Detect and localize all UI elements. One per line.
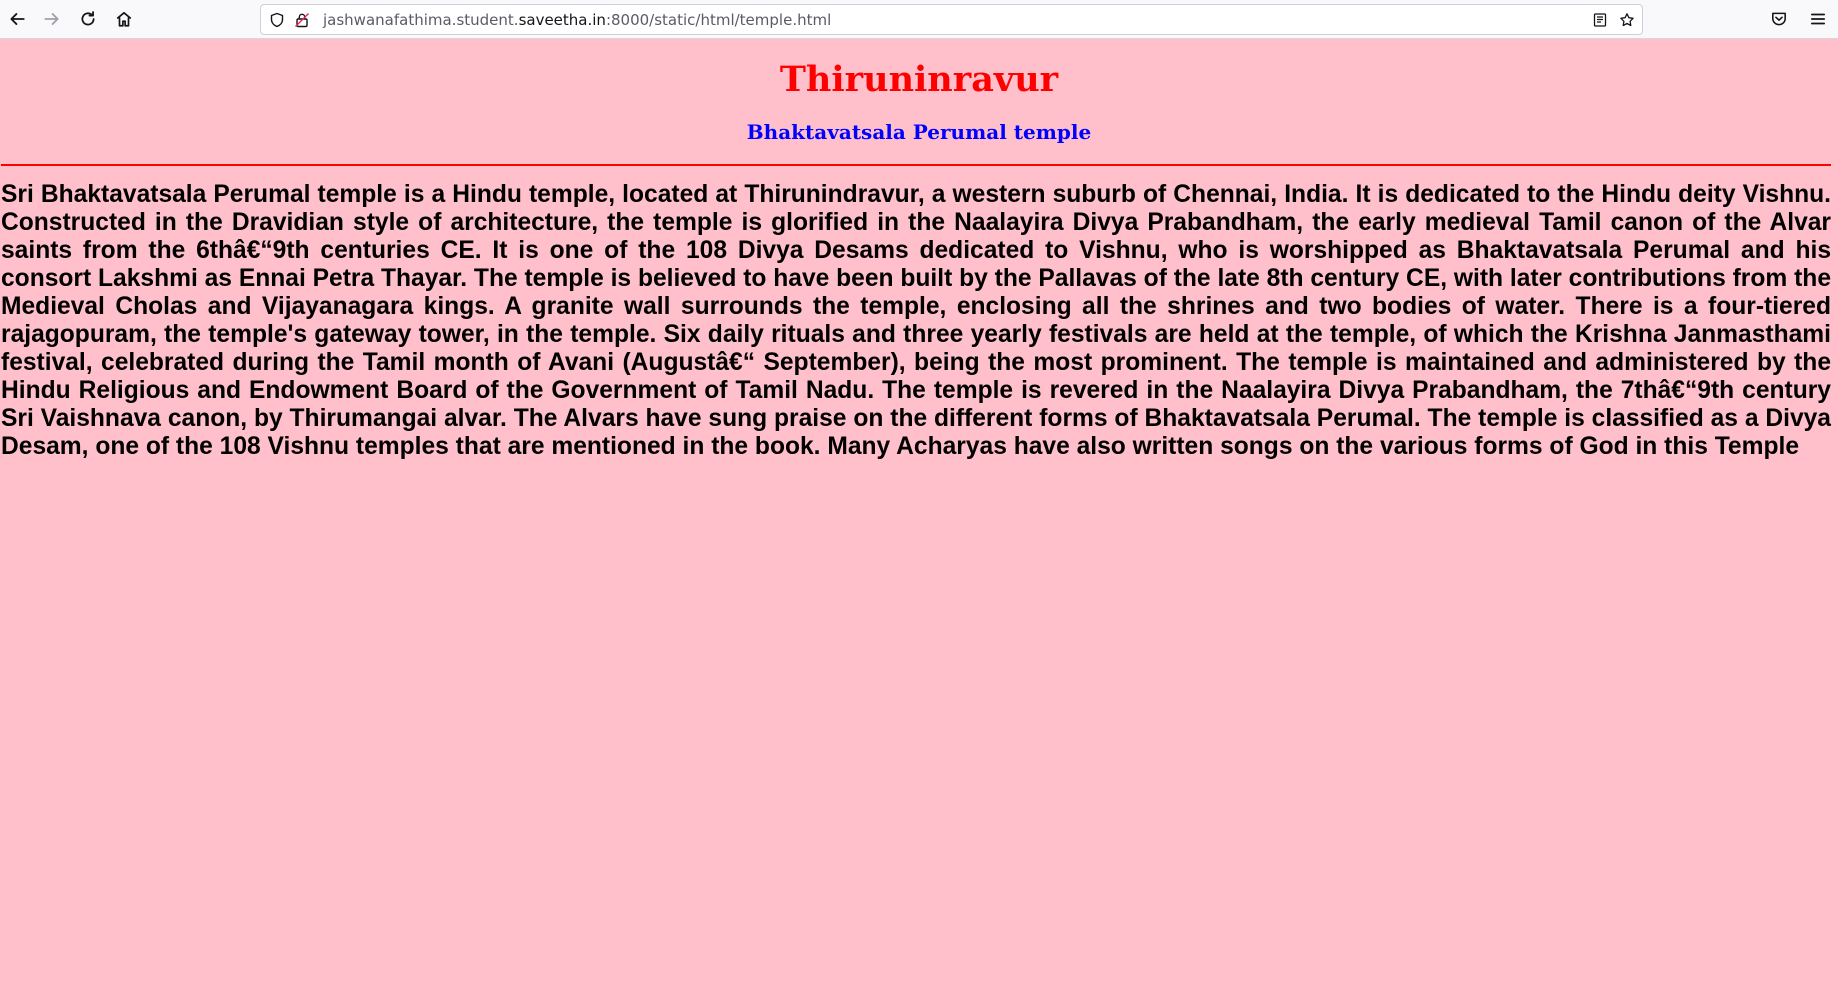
url-prefix: jashwanafathima.student. (323, 11, 519, 29)
url-domain: saveetha.in (518, 11, 606, 29)
lock-insecure-icon (295, 13, 309, 28)
home-button[interactable] (112, 7, 136, 31)
url-text[interactable]: jashwanafathima.student.saveetha.in:8000… (323, 11, 831, 29)
app-menu-button[interactable] (1806, 7, 1830, 31)
bookmark-button[interactable] (1618, 11, 1636, 29)
page-title: Thiruninravur (779, 59, 1059, 100)
page-content: Thiruninravur Bhaktavatsala Perumal temp… (0, 39, 1838, 1002)
forward-arrow-icon (44, 13, 59, 25)
forward-button[interactable] (40, 7, 64, 31)
back-button[interactable] (5, 7, 29, 31)
temple-description: Sri Bhaktavatsala Perumal temple is a Hi… (1, 181, 1831, 460)
tracking-protection-button[interactable] (268, 11, 286, 29)
divider (1, 164, 1831, 166)
shield-icon (270, 12, 284, 28)
browser-toolbar: jashwanafathima.student.saveetha.in:8000… (0, 0, 1838, 39)
url-bar[interactable]: jashwanafathima.student.saveetha.in:8000… (260, 4, 1643, 35)
bookmark-star-icon (1620, 13, 1634, 27)
site-info-button[interactable] (293, 11, 311, 29)
pocket-button[interactable] (1767, 7, 1791, 31)
menu-icon (1810, 13, 1826, 25)
reader-view-button[interactable] (1591, 11, 1609, 29)
reload-icon (81, 11, 95, 26)
home-icon (116, 11, 132, 27)
url-suffix: :8000/static/html/temple.html (605, 11, 832, 29)
reader-view-icon (1593, 13, 1607, 27)
pocket-icon (1772, 12, 1786, 26)
back-arrow-icon (10, 13, 25, 25)
page-subtitle: Bhaktavatsala Perumal temple (746, 120, 1092, 144)
reload-button[interactable] (76, 7, 100, 31)
